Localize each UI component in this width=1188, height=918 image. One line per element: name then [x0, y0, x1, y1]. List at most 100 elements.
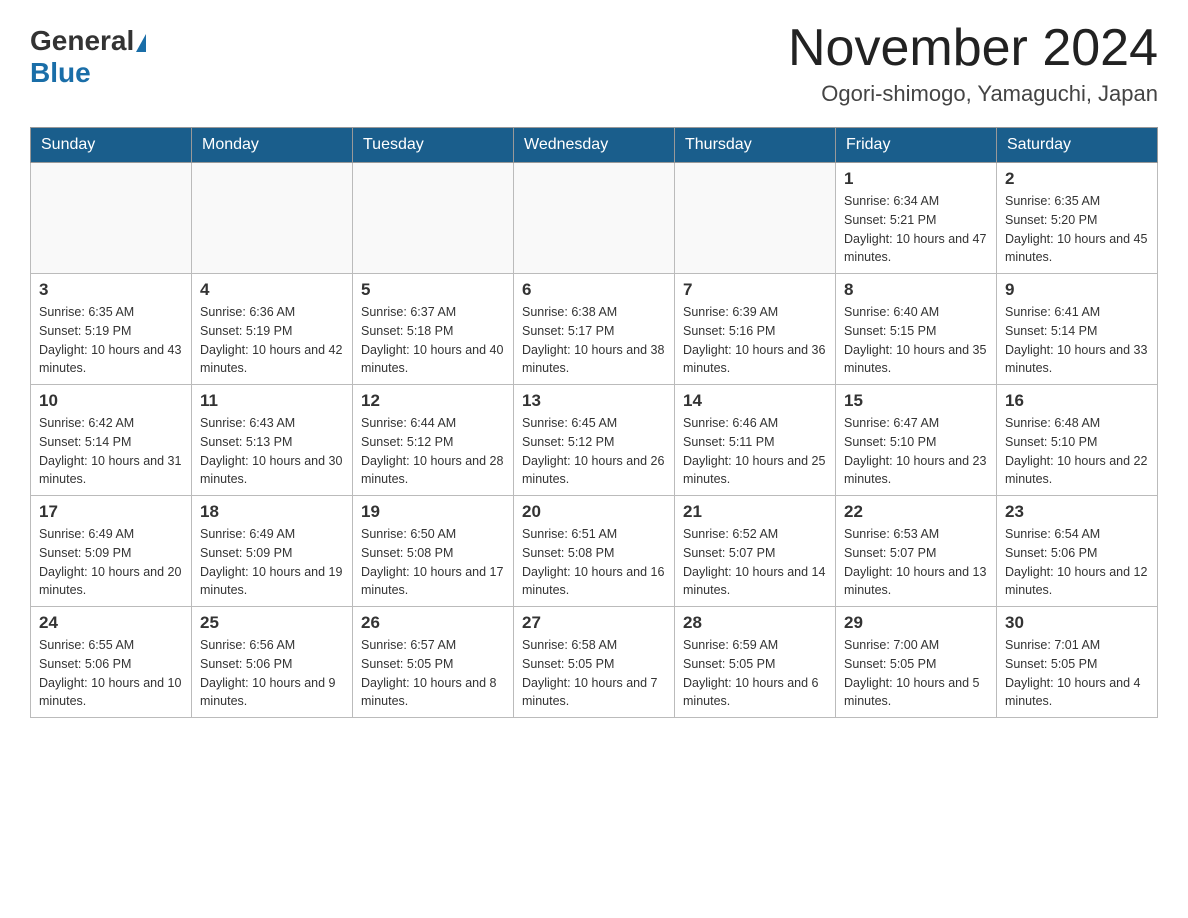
day-info: Sunrise: 7:00 AMSunset: 5:05 PMDaylight:…: [844, 636, 988, 711]
logo-triangle-icon: [136, 34, 146, 52]
day-number: 18: [200, 502, 344, 522]
day-number: 26: [361, 613, 505, 633]
day-info: Sunrise: 6:36 AMSunset: 5:19 PMDaylight:…: [200, 303, 344, 378]
logo: General Blue: [30, 20, 148, 89]
calendar-cell: 13 Sunrise: 6:45 AMSunset: 5:12 PMDayligh…: [514, 385, 675, 496]
day-number: 30: [1005, 613, 1149, 633]
calendar-cell: 19 Sunrise: 6:50 AMSunset: 5:08 PMDayligh…: [353, 496, 514, 607]
day-number: 13: [522, 391, 666, 411]
logo-blue-text: Blue: [30, 57, 91, 88]
day-number: 5: [361, 280, 505, 300]
calendar-cell: 14 Sunrise: 6:46 AMSunset: 5:11 PMDayligh…: [675, 385, 836, 496]
day-info: Sunrise: 7:01 AMSunset: 5:05 PMDaylight:…: [1005, 636, 1149, 711]
day-number: 6: [522, 280, 666, 300]
calendar-cell: 23 Sunrise: 6:54 AMSunset: 5:06 PMDayligh…: [997, 496, 1158, 607]
title-section: November 2024 Ogori-shimogo, Yamaguchi, …: [788, 20, 1158, 107]
calendar-cell: 9 Sunrise: 6:41 AMSunset: 5:14 PMDaylight…: [997, 274, 1158, 385]
day-info: Sunrise: 6:49 AMSunset: 5:09 PMDaylight:…: [39, 525, 183, 600]
header-wednesday: Wednesday: [514, 128, 675, 163]
day-number: 15: [844, 391, 988, 411]
day-number: 23: [1005, 502, 1149, 522]
day-info: Sunrise: 6:55 AMSunset: 5:06 PMDaylight:…: [39, 636, 183, 711]
day-info: Sunrise: 6:40 AMSunset: 5:15 PMDaylight:…: [844, 303, 988, 378]
calendar-cell: [353, 163, 514, 274]
day-info: Sunrise: 6:57 AMSunset: 5:05 PMDaylight:…: [361, 636, 505, 711]
logo-general-text: General: [30, 25, 134, 57]
header-thursday: Thursday: [675, 128, 836, 163]
day-info: Sunrise: 6:58 AMSunset: 5:05 PMDaylight:…: [522, 636, 666, 711]
calendar-cell: 20 Sunrise: 6:51 AMSunset: 5:08 PMDayligh…: [514, 496, 675, 607]
day-info: Sunrise: 6:52 AMSunset: 5:07 PMDaylight:…: [683, 525, 827, 600]
day-info: Sunrise: 6:42 AMSunset: 5:14 PMDaylight:…: [39, 414, 183, 489]
calendar-cell: 6Sunrise: 6:38 AMSunset: 5:17 PMDaylight…: [514, 274, 675, 385]
day-number: 14: [683, 391, 827, 411]
week-row-4: 17Sunrise: 6:49 AMSunset: 5:09 PMDayligh…: [31, 496, 1158, 607]
header-monday: Monday: [192, 128, 353, 163]
calendar-cell: 2 Sunrise: 6:35 AMSunset: 5:20 PMDaylight…: [997, 163, 1158, 274]
calendar-table: Sunday Monday Tuesday Wednesday Thursday…: [30, 127, 1158, 718]
header-saturday: Saturday: [997, 128, 1158, 163]
calendar-cell: 25Sunrise: 6:56 AMSunset: 5:06 PMDayligh…: [192, 607, 353, 718]
calendar-header-row: Sunday Monday Tuesday Wednesday Thursday…: [31, 128, 1158, 163]
day-info: Sunrise: 6:34 AMSunset: 5:21 PMDaylight:…: [844, 192, 988, 267]
day-info: Sunrise: 6:59 AMSunset: 5:05 PMDaylight:…: [683, 636, 827, 711]
day-number: 25: [200, 613, 344, 633]
header-sunday: Sunday: [31, 128, 192, 163]
calendar-cell: 27 Sunrise: 6:58 AMSunset: 5:05 PMDayligh…: [514, 607, 675, 718]
day-info: Sunrise: 6:43 AMSunset: 5:13 PMDaylight:…: [200, 414, 344, 489]
day-number: 21: [683, 502, 827, 522]
calendar-cell: 12Sunrise: 6:44 AMSunset: 5:12 PMDayligh…: [353, 385, 514, 496]
day-number: 20: [522, 502, 666, 522]
calendar-cell: 4Sunrise: 6:36 AMSunset: 5:19 PMDaylight…: [192, 274, 353, 385]
calendar-cell: 7 Sunrise: 6:39 AMSunset: 5:16 PMDaylight…: [675, 274, 836, 385]
calendar-cell: 18 Sunrise: 6:49 AMSunset: 5:09 PMDayligh…: [192, 496, 353, 607]
calendar-cell: [514, 163, 675, 274]
day-number: 2: [1005, 169, 1149, 189]
day-info: Sunrise: 6:41 AMSunset: 5:14 PMDaylight:…: [1005, 303, 1149, 378]
day-number: 29: [844, 613, 988, 633]
calendar-cell: 3 Sunrise: 6:35 AMSunset: 5:19 PMDaylight…: [31, 274, 192, 385]
day-info: Sunrise: 6:54 AMSunset: 5:06 PMDaylight:…: [1005, 525, 1149, 600]
day-number: 19: [361, 502, 505, 522]
day-number: 11: [200, 391, 344, 411]
calendar-cell: 22Sunrise: 6:53 AMSunset: 5:07 PMDayligh…: [836, 496, 997, 607]
day-info: Sunrise: 6:35 AMSunset: 5:19 PMDaylight:…: [39, 303, 183, 378]
week-row-1: 1 Sunrise: 6:34 AMSunset: 5:21 PMDaylight…: [31, 163, 1158, 274]
day-info: Sunrise: 6:37 AMSunset: 5:18 PMDaylight:…: [361, 303, 505, 378]
calendar-cell: 26 Sunrise: 6:57 AMSunset: 5:05 PMDayligh…: [353, 607, 514, 718]
calendar-cell: 10 Sunrise: 6:42 AMSunset: 5:14 PMDayligh…: [31, 385, 192, 496]
day-number: 22: [844, 502, 988, 522]
calendar-cell: 1 Sunrise: 6:34 AMSunset: 5:21 PMDaylight…: [836, 163, 997, 274]
calendar-cell: 29 Sunrise: 7:00 AMSunset: 5:05 PMDayligh…: [836, 607, 997, 718]
calendar-cell: 11 Sunrise: 6:43 AMSunset: 5:13 PMDayligh…: [192, 385, 353, 496]
day-number: 1: [844, 169, 988, 189]
location-text: Ogori-shimogo, Yamaguchi, Japan: [788, 81, 1158, 107]
day-number: 7: [683, 280, 827, 300]
calendar-cell: 21 Sunrise: 6:52 AMSunset: 5:07 PMDayligh…: [675, 496, 836, 607]
day-info: Sunrise: 6:49 AMSunset: 5:09 PMDaylight:…: [200, 525, 344, 600]
calendar-cell: [192, 163, 353, 274]
day-number: 8: [844, 280, 988, 300]
header-tuesday: Tuesday: [353, 128, 514, 163]
calendar-cell: 28Sunrise: 6:59 AMSunset: 5:05 PMDayligh…: [675, 607, 836, 718]
day-info: Sunrise: 6:44 AMSunset: 5:12 PMDaylight:…: [361, 414, 505, 489]
day-number: 9: [1005, 280, 1149, 300]
day-info: Sunrise: 6:35 AMSunset: 5:20 PMDaylight:…: [1005, 192, 1149, 267]
day-number: 27: [522, 613, 666, 633]
day-info: Sunrise: 6:48 AMSunset: 5:10 PMDaylight:…: [1005, 414, 1149, 489]
day-info: Sunrise: 6:50 AMSunset: 5:08 PMDaylight:…: [361, 525, 505, 600]
day-info: Sunrise: 6:39 AMSunset: 5:16 PMDaylight:…: [683, 303, 827, 378]
day-number: 16: [1005, 391, 1149, 411]
calendar-cell: 17Sunrise: 6:49 AMSunset: 5:09 PMDayligh…: [31, 496, 192, 607]
day-number: 10: [39, 391, 183, 411]
calendar-cell: 5 Sunrise: 6:37 AMSunset: 5:18 PMDaylight…: [353, 274, 514, 385]
day-info: Sunrise: 6:45 AMSunset: 5:12 PMDaylight:…: [522, 414, 666, 489]
calendar-cell: 15Sunrise: 6:47 AMSunset: 5:10 PMDayligh…: [836, 385, 997, 496]
month-title: November 2024: [788, 20, 1158, 77]
day-number: 3: [39, 280, 183, 300]
header-friday: Friday: [836, 128, 997, 163]
week-row-5: 24Sunrise: 6:55 AMSunset: 5:06 PMDayligh…: [31, 607, 1158, 718]
day-info: Sunrise: 6:46 AMSunset: 5:11 PMDaylight:…: [683, 414, 827, 489]
day-info: Sunrise: 6:51 AMSunset: 5:08 PMDaylight:…: [522, 525, 666, 600]
calendar-cell: 30 Sunrise: 7:01 AMSunset: 5:05 PMDayligh…: [997, 607, 1158, 718]
